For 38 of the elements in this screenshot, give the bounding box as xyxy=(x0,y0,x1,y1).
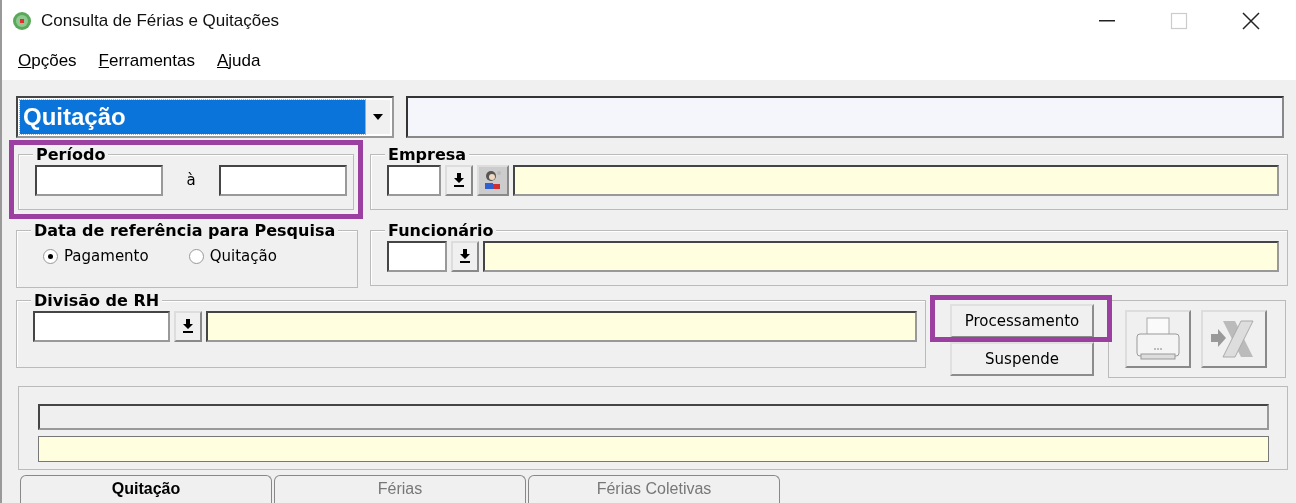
print-button[interactable] xyxy=(1125,310,1191,368)
person-icon xyxy=(482,169,504,191)
radio-option[interactable]: Quitação xyxy=(188,247,277,265)
menu-item[interactable]: Opções xyxy=(18,51,77,71)
group-label: Data de referência para Pesquisa xyxy=(31,221,339,240)
window-title: Consulta de Férias e Quitações xyxy=(41,11,281,31)
employee-code-field[interactable] xyxy=(387,240,447,272)
radio-option[interactable]: Pagamento xyxy=(43,247,149,265)
action-button[interactable]: Processamento xyxy=(950,304,1094,338)
end-date-field[interactable] xyxy=(219,164,347,196)
description-field[interactable] xyxy=(406,96,1284,138)
menu-item[interactable]: Ajuda xyxy=(217,51,261,71)
tab[interactable]: Férias xyxy=(274,475,526,503)
download-icon xyxy=(459,249,471,263)
tab[interactable]: Férias Coletivas xyxy=(528,475,780,503)
group-label: Empresa xyxy=(385,145,470,164)
app-icon xyxy=(12,11,32,31)
employee-name-field[interactable] xyxy=(483,240,1279,272)
printer-icon xyxy=(1133,316,1183,362)
download-button[interactable] xyxy=(445,164,473,196)
start-date-field[interactable] xyxy=(35,164,163,196)
download-button[interactable] xyxy=(451,240,479,272)
download-button[interactable] xyxy=(174,310,202,342)
person-lookup-button[interactable] xyxy=(477,164,509,196)
download-icon xyxy=(453,173,465,187)
company-code-field[interactable] xyxy=(387,164,441,196)
separator-label: à xyxy=(185,171,197,189)
export-button[interactable] xyxy=(1201,310,1267,368)
company-name-field[interactable] xyxy=(513,164,1279,196)
tab[interactable]: Quitação xyxy=(20,475,272,503)
type-dropdown[interactable]: Quitação xyxy=(16,96,394,138)
division-code-field[interactable] xyxy=(33,310,170,342)
division-name-field[interactable] xyxy=(206,310,917,342)
menu-item[interactable]: Ferramentas xyxy=(98,51,195,71)
download-icon xyxy=(182,319,194,333)
close-icon[interactable] xyxy=(1242,12,1260,30)
action-button[interactable]: Suspende xyxy=(950,342,1094,376)
caret-icon xyxy=(373,114,383,120)
